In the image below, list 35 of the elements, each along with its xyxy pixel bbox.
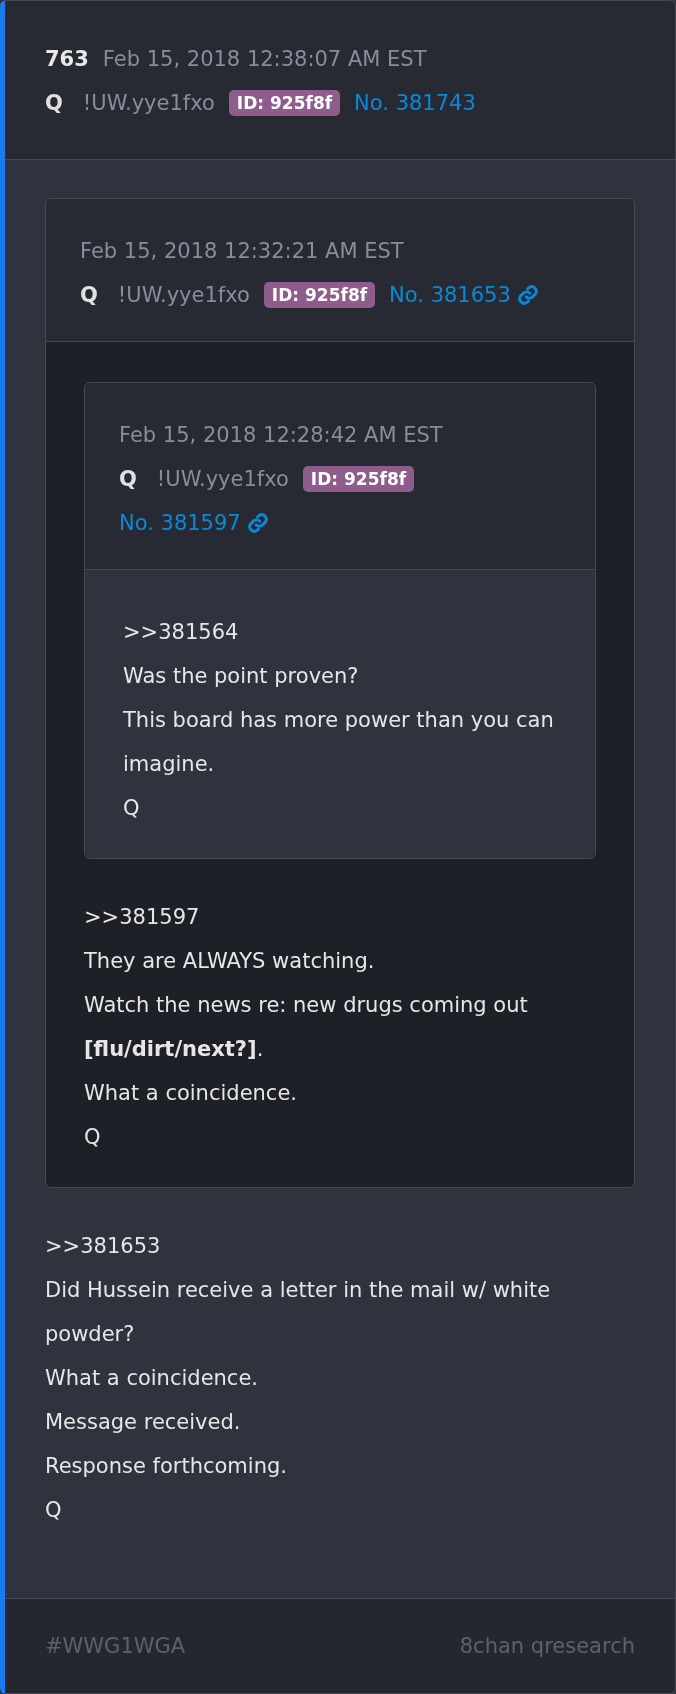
- post-number-link[interactable]: No. 381597: [119, 507, 269, 539]
- post-text: Q: [123, 795, 141, 822]
- post-date: Feb 15, 2018 12:28:42 AM EST: [119, 422, 443, 449]
- source-label: 8chan qresearch: [459, 1634, 635, 1658]
- id-badge: ID: 925f8f: [263, 282, 376, 308]
- post-text: Response forthcoming.: [45, 1453, 288, 1480]
- post-text: What a coincidence.: [84, 1080, 298, 1107]
- post-text: Q: [84, 1124, 102, 1151]
- hashtag: #WWG1WGA: [45, 1634, 186, 1658]
- post-text: >>381564: [123, 619, 240, 646]
- post-date: Feb 15, 2018 12:32:21 AM EST: [80, 238, 404, 265]
- tripcode: !UW.yye1fxo: [82, 90, 215, 117]
- tripcode: !UW.yye1fxo: [117, 282, 250, 309]
- post-text: Was the point proven?: [123, 663, 360, 690]
- author-name: Q: [119, 466, 137, 493]
- id-badge: ID: 925f8f: [302, 466, 415, 492]
- post-text: They are ALWAYS watching.: [84, 948, 376, 975]
- post-text: This board has more power than you can imagine.: [123, 707, 555, 778]
- link-icon: [246, 512, 269, 534]
- author-name: Q: [45, 90, 63, 117]
- post-text: Q: [45, 1497, 63, 1524]
- id-badge: ID: 925f8f: [228, 90, 341, 116]
- post-text: >>381597: [84, 904, 201, 931]
- post-number-link[interactable]: No. 381743: [354, 87, 476, 119]
- post-text: Watch the news re: new drugs coming out [flu/dirt/next?].: [84, 992, 529, 1063]
- tripcode: !UW.yye1fxo: [156, 466, 289, 493]
- post-text: >>381653: [45, 1233, 162, 1260]
- post-index: 763: [45, 46, 89, 73]
- post-text: What a coincidence.: [45, 1365, 259, 1392]
- post-text: Did Hussein receive a letter in the mail w/ white powder?: [45, 1277, 552, 1348]
- link-icon: [516, 284, 539, 306]
- post-text: Message received.: [45, 1409, 242, 1436]
- post-date: Feb 15, 2018 12:38:07 AM EST: [102, 46, 427, 73]
- post-number-link[interactable]: No. 381653: [389, 279, 539, 311]
- author-name: Q: [80, 282, 98, 309]
